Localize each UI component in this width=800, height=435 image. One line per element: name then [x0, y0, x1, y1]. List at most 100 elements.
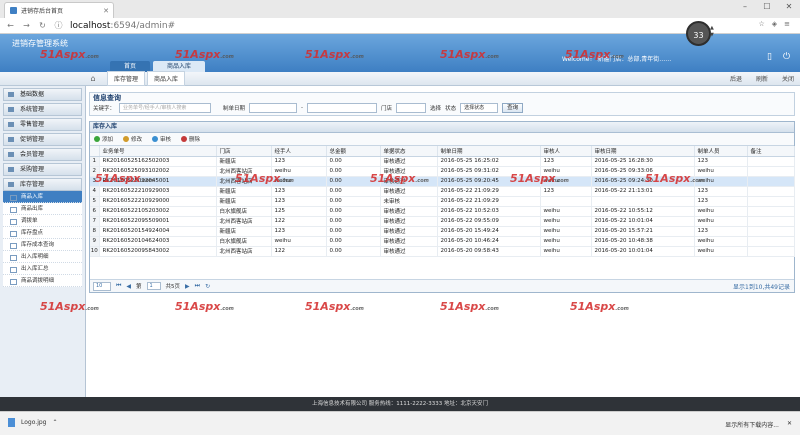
close-tab-icon[interactable]: ✕	[103, 7, 113, 15]
shield-icon[interactable]: ◈	[772, 20, 777, 28]
sidebar-item[interactable]: 库存盘点	[3, 227, 82, 239]
sidebar-group[interactable]: 促销管理	[3, 133, 82, 146]
approve-button[interactable]: 审核	[152, 135, 171, 143]
header-icons: ▯ ⏻	[764, 52, 792, 63]
browser-tab[interactable]: 进销存后台首页 ✕	[4, 2, 114, 18]
column-header[interactable]: 门店	[216, 146, 272, 157]
table-cell: 2016-05-22 21:09:29	[437, 196, 541, 207]
breadcrumb-item[interactable]: 库存管理	[107, 71, 146, 86]
download-item[interactable]: Logo.jpg ⌃	[8, 418, 58, 427]
search-panel: 信息查询 关键字： 业务单号/经手人/审核人搜索 制单日期 - 门店 选择 状态…	[89, 92, 795, 116]
column-header[interactable]: 经手人	[271, 146, 327, 157]
column-header[interactable]: 单据状态	[380, 146, 438, 157]
store-input[interactable]	[396, 103, 427, 113]
prev-page-icon[interactable]: ◀	[126, 283, 131, 290]
delete-button[interactable]: 删除	[181, 135, 200, 143]
sidebar-item[interactable]: 出入库明细	[3, 251, 82, 263]
keyword-label: 关键字：	[93, 106, 116, 112]
table-cell: 0.00	[326, 226, 381, 237]
maximize-icon[interactable]: ☐	[756, 0, 778, 14]
table-cell: RK20160520154924004	[99, 226, 217, 237]
column-header[interactable]: 审核日期	[591, 146, 695, 157]
query-button[interactable]: 查询	[502, 103, 524, 113]
table-cell: 北州西客站店	[216, 246, 272, 257]
edit-button[interactable]: 修改	[123, 135, 142, 143]
column-header[interactable]: 制单人员	[694, 146, 748, 157]
grid-toolbar: 添加 修改 审核 删除	[90, 133, 794, 146]
table-row[interactable]: 2 RK20160525093102002 北州西客站店 weihu 0.00 审核通过 2…	[90, 166, 795, 177]
table-cell: RK20160522210929000	[99, 196, 217, 207]
table-cell: 审核通过	[380, 156, 438, 167]
edit-icon	[123, 136, 130, 142]
sidebar-item[interactable]: 调拨单	[3, 215, 82, 227]
table-cell: 北州西客站店	[216, 166, 272, 177]
sidebar-group[interactable]: 基础数据	[3, 88, 82, 101]
table-row[interactable]: 8 RK20160520154924004 新疆店 123 0.00 审核通过 2016-0…	[90, 226, 795, 237]
close-page-button[interactable]: 关闭	[782, 74, 794, 83]
page-info-icon[interactable]: ⓘ	[54, 20, 63, 31]
date-start-input[interactable]	[249, 103, 298, 113]
sidebar-item[interactable]: 商品入库	[3, 191, 82, 203]
back-icon[interactable]: ←	[6, 21, 15, 30]
menu-icon[interactable]: ≡	[784, 20, 790, 28]
status-select[interactable]: 选择状态	[460, 103, 499, 113]
reload-icon[interactable]: ↻	[38, 21, 47, 30]
column-header[interactable]: 总金额	[326, 146, 381, 157]
user-welcome: Welcome！ 新疆门店：总部,青年街……	[562, 56, 672, 63]
next-page-icon[interactable]: ▶	[185, 283, 190, 290]
keyword-input[interactable]: 业务单号/经手人/审核人搜索	[119, 103, 212, 113]
sidebar-group[interactable]: 系统管理	[3, 103, 82, 116]
sidebar-item[interactable]: 库存成本查询	[3, 239, 82, 251]
sidebar-group[interactable]: 采购管理	[3, 163, 82, 176]
table-row[interactable]: 9 RK20160520104624003 白水旗舰店 weihu 0.00 审核通过 20…	[90, 236, 795, 247]
table-header-row: 业务单号 门店 经手人 总金额 单据状态 制单日期 审核人 审核日期 制单人员 …	[90, 146, 795, 157]
forward-icon[interactable]: →	[22, 21, 31, 30]
close-window-icon[interactable]: ✕	[778, 0, 800, 14]
minimize-icon[interactable]: –	[734, 0, 756, 14]
page-size-select[interactable]: 10	[93, 281, 111, 291]
first-page-icon[interactable]: ⏮	[116, 282, 121, 290]
refresh-button[interactable]: 刷新	[756, 74, 768, 83]
table-row[interactable]: 1 RK20160525162502003 新疆店 123 0.00 审核通过 2016-0…	[90, 156, 795, 167]
table-cell: 123	[271, 156, 327, 167]
pager: 10 ⏮ ◀ 第 1 共5页 ▶ ⏭ ↻ 显示1到10,共49记录	[90, 279, 794, 292]
show-all-downloads-link[interactable]: 显示所有下载内容...	[725, 420, 779, 429]
table-cell: 审核通过	[380, 246, 438, 257]
table-cell	[747, 216, 795, 227]
column-header[interactable]: 审核人	[540, 146, 592, 157]
column-header[interactable]: 制单日期	[437, 146, 541, 157]
browser-extensions: ☆ ◈ ≡	[758, 20, 790, 28]
page-number-input[interactable]: 1	[146, 282, 161, 290]
chevron-up-icon[interactable]: ⌃	[52, 419, 57, 426]
sidebar-group[interactable]: 零售管理	[3, 118, 82, 131]
table-row[interactable]: 5 RK20160522210929000 新疆店 123 0.00 未审核 2016-05…	[90, 196, 795, 207]
table-row[interactable]: 3 RK20160525092045001 北州西客站店 weihu 0.00 审核通过 2…	[90, 176, 795, 187]
refresh-icon[interactable]: ↻	[205, 283, 210, 290]
table-row[interactable]: 6 RK20160522105203002 白水旗舰店 125 0.00 审核通过 2016…	[90, 206, 795, 217]
table-row[interactable]: 4 RK20160522210929003 新疆店 123 0.00 审核通过 2016-0…	[90, 186, 795, 197]
sidebar-item[interactable]: 出入库汇总	[3, 263, 82, 275]
sidebar-item[interactable]: 商品出库	[3, 203, 82, 215]
page-total: 共5页	[165, 284, 181, 290]
table-row[interactable]: 7 RK20160522095509001 北州西客站店 122 0.00 审核通过 201…	[90, 216, 795, 227]
table-cell: 123	[694, 156, 748, 167]
date-end-input[interactable]	[307, 103, 378, 113]
url-field[interactable]: localhost:6594/admin#	[70, 21, 175, 31]
home-icon[interactable]: ⌂	[87, 74, 99, 83]
sidebar-item[interactable]: 商品调拨明细	[3, 275, 82, 287]
table-row[interactable]: 10 RK20160520095843002 北州西客站店 122 0.00 审核通过 20…	[90, 246, 795, 257]
sidebar-group[interactable]: 会员管理	[3, 148, 82, 161]
close-download-bar-icon[interactable]: ✕	[787, 420, 792, 429]
star-icon[interactable]: ☆	[758, 20, 764, 28]
table-cell: 审核通过	[380, 216, 438, 227]
back-button[interactable]: 后退	[730, 74, 742, 83]
last-page-icon[interactable]: ⏭	[195, 282, 200, 290]
column-header[interactable]: 业务单号	[99, 146, 217, 157]
grid-title: 库存入库	[90, 122, 794, 133]
phone-icon[interactable]: ▯	[764, 52, 775, 63]
breadcrumb-item[interactable]: 商品入库	[147, 71, 186, 86]
sidebar-group-inventory[interactable]: 库存管理	[3, 178, 82, 191]
logout-icon[interactable]: ⏻	[781, 52, 792, 63]
add-button[interactable]: 添加	[94, 135, 113, 143]
column-header[interactable]: 备注	[747, 146, 795, 157]
